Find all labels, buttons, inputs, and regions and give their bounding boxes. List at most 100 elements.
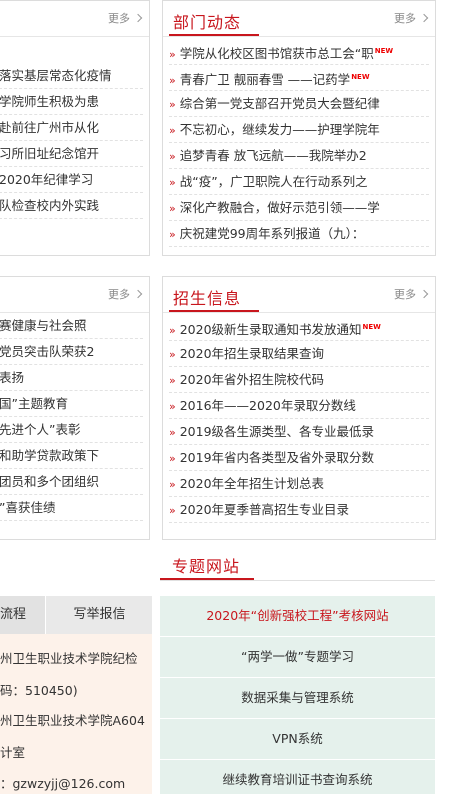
list-item[interactable]: 落实基层常态化疫情	[0, 63, 143, 89]
double-chevron-icon: »	[169, 202, 176, 215]
list-item[interactable]: 国”主题教育	[0, 391, 143, 417]
list-item-text: 追梦青春 放飞远航——我院举办2	[179, 148, 367, 163]
list-item[interactable]: » 2020年招生录取结果查询	[169, 341, 429, 367]
new-badge-icon: NEW	[374, 47, 394, 55]
list-item[interactable]: » 2020年省外招生院校代码	[169, 367, 429, 393]
news-panel-left-mid: 更多 赛健康与社会照 党员突击队荣获2 表扬 国”主题教育 先进个人”表彰 和助…	[0, 276, 150, 540]
site-link[interactable]: “两学一做”专题学习	[160, 637, 435, 678]
admissions-list: » 2020级新生录取通知书发放通知NEW» 2020年招生录取结果查询» 2020年…	[169, 315, 429, 523]
panel-title: 招生信息	[173, 289, 242, 308]
news-list: 落实基层常态化疫情 学院师生积极为患 赴前往广州市从化 习所旧址纪念馆开 202…	[0, 63, 143, 219]
panel-header: 更多	[0, 277, 149, 313]
list-item[interactable]: » 2019年省内各类型及省外录取分数	[169, 445, 429, 471]
report-room-line: 州卫生职业技术学院A604	[0, 713, 145, 728]
double-chevron-icon: »	[169, 98, 176, 111]
more-link[interactable]: 更多	[394, 10, 429, 26]
report-postcode-line: 码：510450)	[0, 683, 78, 698]
special-sites-title: 专题网站	[172, 557, 241, 576]
double-chevron-icon: »	[169, 348, 176, 361]
double-chevron-icon: »	[169, 324, 176, 338]
list-item-text: 2019级各生源类型、各专业最低录	[179, 424, 375, 439]
list-item-text: 2020年招生录取结果查询	[179, 346, 325, 361]
report-address-line: 州卫生职业技术学院纪检	[0, 651, 138, 666]
double-chevron-icon: »	[169, 74, 176, 88]
tab-write-report[interactable]: 写举报信	[47, 596, 152, 634]
double-chevron-icon: »	[169, 400, 176, 413]
divider	[160, 580, 435, 581]
list-item[interactable]: 学院师生积极为患	[0, 89, 143, 115]
list-item-text: 2019年省内各类型及省外录取分数	[179, 450, 375, 465]
list-item-text: 2016年——2020年录取分数线	[179, 398, 356, 413]
list-item[interactable]: 2020年纪律学习	[0, 167, 143, 193]
news-panel-left-top: 更多 落实基层常态化疫情 学院师生积极为患 赴前往广州市从化 习所旧址纪念馆开 …	[0, 0, 150, 256]
double-chevron-icon: »	[169, 124, 176, 137]
report-office-line: 计室	[0, 745, 26, 760]
double-chevron-icon: »	[169, 374, 176, 387]
list-item-text: 综合第一党支部召开党员大会暨纪律	[179, 96, 380, 111]
more-label: 更多	[394, 12, 416, 25]
more-label: 更多	[108, 12, 130, 25]
double-chevron-icon: »	[169, 504, 176, 517]
list-item-text: 2020级新生录取通知书发放通知	[179, 322, 362, 338]
double-chevron-icon: »	[169, 228, 176, 241]
double-chevron-icon: »	[169, 150, 176, 163]
list-item-text: 青春广卫 靓丽春雪 ——记药学	[179, 72, 351, 88]
list-item[interactable]: » 战“疫”，广卫职院人在行动系列之	[169, 169, 429, 195]
list-item[interactable]: 赴前往广州市从化	[0, 115, 143, 141]
new-badge-icon: NEW	[351, 73, 370, 81]
report-email-line: ：gzwzyjj@126.com	[0, 776, 126, 791]
more-link[interactable]: 更多	[108, 10, 143, 26]
double-chevron-icon: »	[169, 452, 176, 465]
site-link[interactable]: 继续教育培训证书查询系统	[160, 760, 435, 794]
news-list: 赛健康与社会照 党员突击队荣获2 表扬 国”主题教育 先进个人”表彰 和助学贷款…	[0, 313, 143, 521]
list-item[interactable]: 队检查校内外实践	[0, 193, 143, 219]
list-item[interactable]: 团员和多个团组织	[0, 469, 143, 495]
list-item-text: 战“疫”，广卫职院人在行动系列之	[179, 174, 368, 189]
more-link[interactable]: 更多	[108, 286, 143, 302]
site-link[interactable]: VPN系统	[160, 719, 435, 760]
site-link[interactable]: 2020年“创新强校工程”考核网站	[160, 596, 435, 637]
list-item[interactable]: » 深化产教融合，做好示范引领——学	[169, 195, 429, 221]
list-item-text: 2020年夏季普高招生专业目录	[179, 502, 350, 517]
admissions-panel: 招生信息 更多 » 2020级新生录取通知书发放通知NEW» 2020年招生录取结果…	[162, 276, 436, 540]
double-chevron-icon: »	[169, 48, 176, 62]
list-item[interactable]: 和助学贷款政策下	[0, 443, 143, 469]
list-item-text: 庆祝建党99周年系列报道（九）：	[179, 226, 365, 241]
dept-news-list: » 学院从化校区图书馆获市总工会“职NEW» 青春广卫 靓丽春雪 ——记药学NEW»…	[169, 39, 429, 247]
site-link[interactable]: 数据采集与管理系统	[160, 678, 435, 719]
list-item[interactable]: 党员突击队荣获2	[0, 339, 143, 365]
tab-process[interactable]: 流程	[0, 596, 46, 634]
list-item-text: 不忘初心，继续发力——护理学院年	[179, 122, 380, 137]
list-item[interactable]: ”喜获佳绩	[0, 495, 143, 521]
list-item[interactable]: » 2016年——2020年录取分数线	[169, 393, 429, 419]
list-item[interactable]: 赛健康与社会照	[0, 313, 143, 339]
panel-header: 部门动态 更多	[163, 1, 435, 37]
list-item[interactable]: 先进个人”表彰	[0, 417, 143, 443]
double-chevron-icon: »	[169, 176, 176, 189]
dept-news-panel: 部门动态 更多 » 学院从化校区图书馆获市总工会“职NEW» 青春广卫 靓丽春雪 —…	[162, 0, 436, 256]
list-item[interactable]: » 2020级新生录取通知书发放通知NEW	[169, 315, 429, 341]
chevron-right-icon	[419, 289, 429, 299]
list-item[interactable]: » 追梦青春 放飞远航——我院举办2	[169, 143, 429, 169]
list-item[interactable]: » 庆祝建党99周年系列报道（九）：	[169, 221, 429, 247]
list-item[interactable]: » 2019级各生源类型、各专业最低录	[169, 419, 429, 445]
divider	[163, 312, 435, 313]
more-link[interactable]: 更多	[394, 286, 429, 302]
list-item-text: 深化产教融合，做好示范引领——学	[179, 200, 380, 215]
report-box: 流程 写举报信 州卫生职业技术学院纪检 码：510450) 州卫生职业技术学院A…	[0, 596, 152, 794]
list-item[interactable]: » 学院从化校区图书馆获市总工会“职NEW	[169, 39, 429, 65]
list-item-text: 学院从化校区图书馆获市总工会“职	[179, 46, 374, 62]
chevron-right-icon	[419, 13, 429, 23]
list-item[interactable]: » 2020年夏季普高招生专业目录	[169, 497, 429, 523]
list-item[interactable]: » 不忘初心，继续发力——护理学院年	[169, 117, 429, 143]
list-item[interactable]: » 2020年全年招生计划总表	[169, 471, 429, 497]
panel-title: 部门动态	[173, 13, 242, 32]
double-chevron-icon: »	[169, 426, 176, 439]
report-tabs: 流程 写举报信	[0, 596, 152, 634]
list-item[interactable]: » 综合第一党支部召开党员大会暨纪律	[169, 91, 429, 117]
list-item[interactable]: » 青春广卫 靓丽春雪 ——记药学NEW	[169, 65, 429, 91]
more-label: 更多	[394, 288, 416, 301]
list-item[interactable]: 表扬	[0, 365, 143, 391]
list-item[interactable]: 习所旧址纪念馆开	[0, 141, 143, 167]
special-sites-list: 2020年“创新强校工程”考核网站 “两学一做”专题学习 数据采集与管理系统 V…	[160, 596, 435, 794]
